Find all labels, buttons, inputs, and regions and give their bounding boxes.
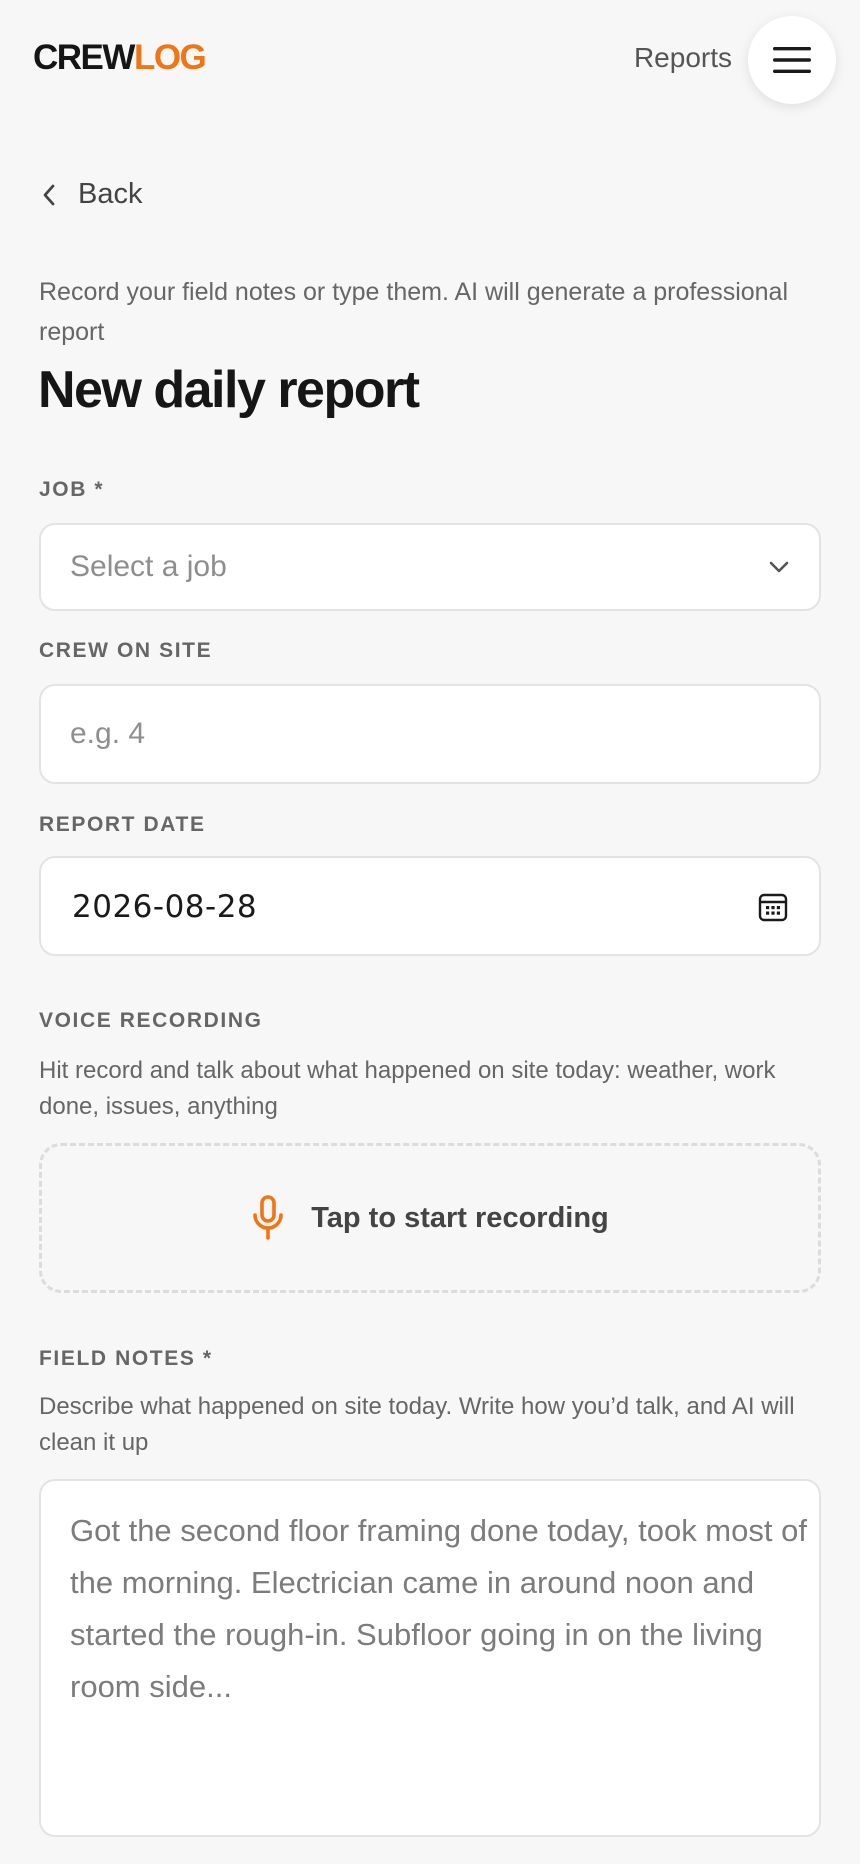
calendar-icon[interactable] xyxy=(758,892,788,922)
chevron-left-icon xyxy=(43,184,55,205)
start-recording-label: Tap to start recording xyxy=(311,1201,609,1234)
field-notes-help: Describe what happened on site today. Wr… xyxy=(39,1393,795,1456)
crew-input-placeholder: e.g. 4 xyxy=(70,717,146,750)
field-notes-label: FIELD NOTES * xyxy=(39,1347,213,1370)
menu-button[interactable] xyxy=(748,16,836,104)
report-date-label: REPORT DATE xyxy=(39,813,206,836)
field-notes-textarea[interactable]: Got the second floor framing done today,… xyxy=(39,1479,821,1837)
page-intro: Record your field notes or type them. AI… xyxy=(39,278,789,346)
back-link[interactable]: Back xyxy=(42,178,142,211)
crew-input[interactable]: e.g. 4 xyxy=(39,684,821,784)
start-recording-button[interactable]: Tap to start recording xyxy=(39,1143,821,1293)
microphone-icon xyxy=(253,1195,284,1240)
report-date-value: 2026-08-28 xyxy=(72,889,258,925)
page-title: New daily report xyxy=(38,361,420,419)
chevron-down-icon xyxy=(769,561,789,573)
new-report-page: CREWLOG Reports Back Record your field n… xyxy=(0,0,860,1864)
hamburger-menu-icon xyxy=(773,47,811,73)
field-notes-placeholder: Got the second floor framing done today,… xyxy=(70,1513,807,1704)
crewlog-logo[interactable]: CREWLOG xyxy=(33,38,207,78)
job-select[interactable]: Select a job xyxy=(39,523,821,611)
back-label: Back xyxy=(78,178,143,210)
job-label: JOB * xyxy=(39,478,105,501)
voice-recording-help: Hit record and talk about what happened … xyxy=(39,1057,776,1120)
top-header: CREWLOG Reports xyxy=(0,0,860,118)
logo-crew-text: CREW xyxy=(33,38,135,77)
nav-reports-link[interactable]: Reports xyxy=(634,42,732,74)
logo-log-text: LOG xyxy=(133,38,207,77)
crew-label: CREW ON SITE xyxy=(39,639,213,662)
job-select-placeholder: Select a job xyxy=(70,550,227,583)
voice-recording-label: VOICE RECORDING xyxy=(39,1009,263,1032)
report-date-input[interactable]: 2026-08-28 xyxy=(39,856,821,956)
